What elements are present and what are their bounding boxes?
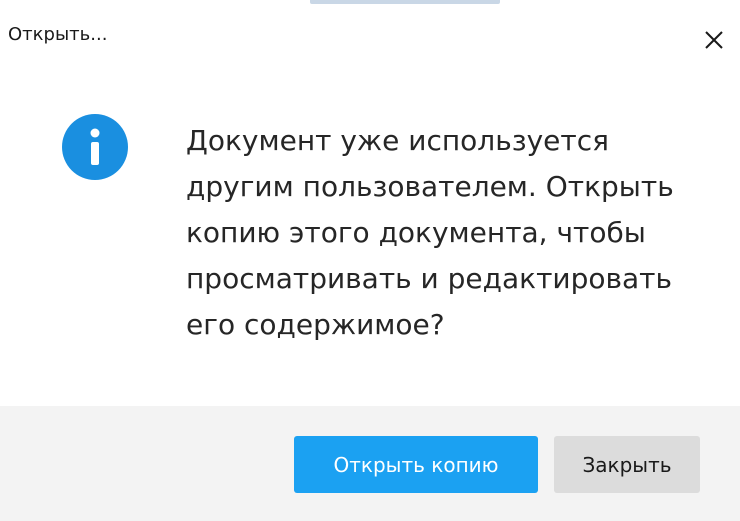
title-bar: Открыть... <box>0 0 740 80</box>
close-icon[interactable] <box>694 20 734 60</box>
dialog-body: Документ уже используется другим пользов… <box>0 80 740 406</box>
dialog-window: Открыть... Документ уже используется дру… <box>0 0 740 521</box>
info-icon <box>62 114 128 180</box>
dialog-title: Открыть... <box>8 24 108 45</box>
close-button[interactable]: Закрыть <box>554 436 700 493</box>
open-copy-button[interactable]: Открыть копию <box>294 436 538 493</box>
dialog-message: Документ уже используется другим пользов… <box>186 124 674 341</box>
button-bar: Открыть копию Закрыть <box>0 406 740 521</box>
